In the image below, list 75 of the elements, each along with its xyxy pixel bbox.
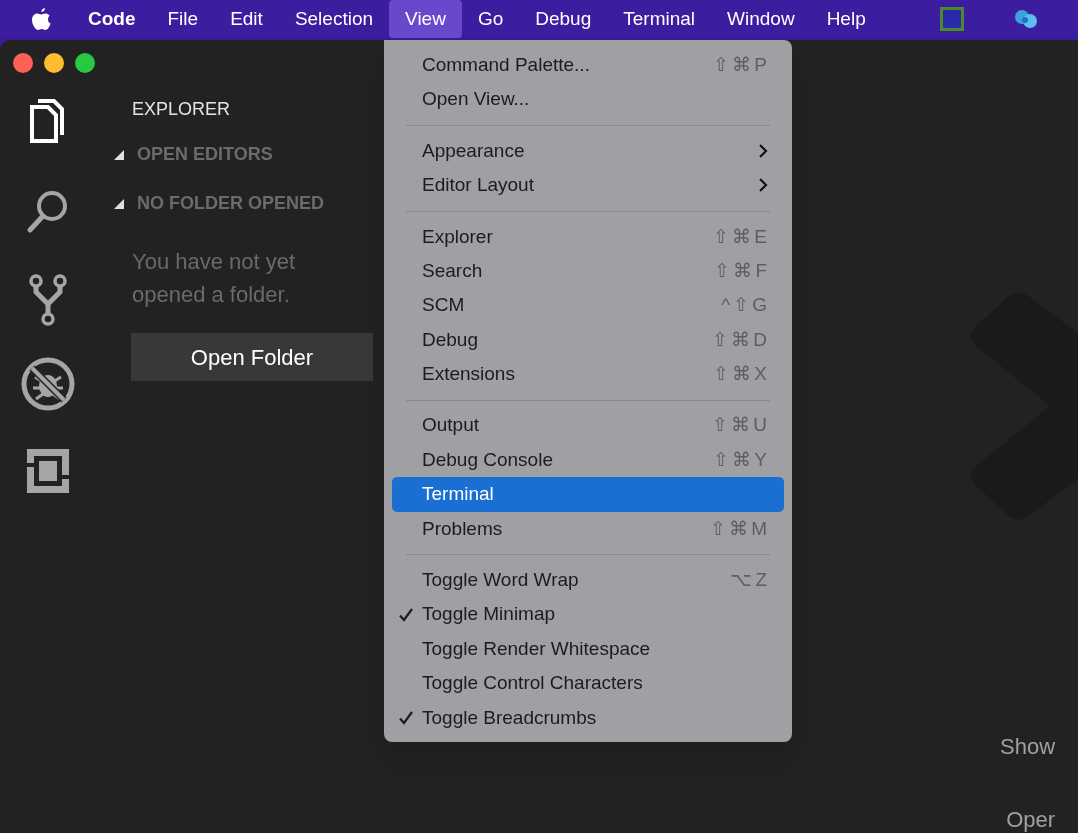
extensions-icon[interactable]	[26, 449, 69, 493]
menu-item-label: Explorer	[422, 224, 494, 249]
keyboard-shortcut: ⇧⌘Y	[713, 447, 770, 472]
menu-item-label: Toggle Breadcrumbs	[422, 705, 598, 730]
keyboard-shortcut: ⇧⌘D	[712, 327, 770, 352]
keyboard-shortcut: ⇧⌘X	[713, 362, 770, 387]
menu-bar-item[interactable]: Window	[711, 0, 811, 38]
menu-bar-item[interactable]: Debug	[519, 0, 608, 38]
menu-bar-item[interactable]: File	[151, 0, 215, 38]
menu-bar-item[interactable]: Selection	[278, 0, 390, 38]
menu-item-label: SCM	[422, 293, 466, 318]
menu-item[interactable]: Explorer ⇧⌘E	[392, 219, 784, 254]
sidebar-title: EXPLORER	[132, 98, 232, 121]
menu-item[interactable]: Toggle Control Characters	[392, 666, 784, 701]
menu-item[interactable]: Toggle Word Wrap ⌥Z	[392, 563, 784, 598]
menu-item[interactable]: Problems ⇧⌘M	[392, 511, 784, 547]
keyboard-shortcut: ⌥Z	[730, 568, 770, 592]
source-control-icon[interactable]	[27, 273, 68, 327]
menu-item-label: Toggle Minimap	[422, 602, 557, 627]
menu-bar-item[interactable]: Help	[810, 0, 882, 38]
menu-bar-item[interactable]: Code	[72, 0, 152, 38]
menu-item[interactable]: Toggle Render Whitespace	[392, 631, 784, 667]
menu-item[interactable]: Open View...	[392, 82, 784, 117]
menu-item-label: Toggle Word Wrap	[422, 568, 580, 592]
chevron-right-icon	[758, 177, 768, 194]
menu-item[interactable]: Debug Console ⇧⌘Y	[392, 442, 784, 478]
menu-item-label: Open View...	[422, 87, 531, 112]
menu-item-label: Toggle Control Characters	[422, 671, 644, 696]
menu-item[interactable]: Editor Layout	[392, 168, 784, 203]
menu-bar-item[interactable]: Edit	[214, 0, 279, 38]
apple-logo-icon[interactable]	[30, 6, 52, 32]
menu-item-label: Terminal	[422, 482, 495, 507]
editor-hint-text: Show	[1000, 733, 1056, 761]
menu-item[interactable]: Toggle Breadcrumbs	[392, 700, 784, 736]
menu-item-label: Command Palette...	[422, 52, 591, 77]
keyboard-shortcut: ⇧⌘U	[712, 413, 770, 438]
app-status-icon[interactable]	[939, 7, 964, 31]
menu-item-label: Toggle Render Whitespace	[422, 636, 652, 661]
zoom-button[interactable]	[75, 53, 95, 73]
keyboard-shortcut: ^⇧G	[721, 293, 770, 318]
menu-item[interactable]: Debug ⇧⌘D	[392, 322, 784, 358]
open-folder-button[interactable]: Open Folder	[131, 333, 373, 381]
menu-bar-item[interactable]: View	[389, 0, 462, 38]
menu-item[interactable]: Terminal	[392, 477, 784, 512]
keyboard-shortcut: ⇧⌘M	[710, 516, 770, 541]
menu-item-label: Problems	[422, 516, 504, 541]
keyboard-shortcut: ⇧⌘E	[713, 224, 770, 249]
chevron-right-icon	[758, 142, 768, 159]
menu-item[interactable]: Search ⇧⌘F	[392, 253, 784, 289]
menu-item-label: Appearance	[422, 138, 526, 163]
menu-item[interactable]: Appearance	[392, 133, 784, 169]
editor-hint-text: Oper	[1006, 806, 1056, 833]
menu-bar-item[interactable]: Go	[461, 0, 520, 38]
menu-item[interactable]: Output ⇧⌘U	[392, 408, 784, 443]
menu-item-label: Debug	[422, 327, 479, 352]
expanded-triangle-icon[interactable]	[113, 197, 125, 210]
close-button[interactable]	[13, 53, 33, 73]
no-bug-icon[interactable]	[20, 357, 75, 411]
menu-item[interactable]: Command Palette... ⇧⌘P	[392, 48, 784, 83]
keyboard-shortcut: ⇧⌘F	[714, 258, 770, 283]
menu-item-label: Editor Layout	[422, 173, 535, 198]
menu-item[interactable]: Toggle Minimap	[392, 597, 784, 632]
menu-item-label: Search	[422, 258, 484, 283]
menu-bar-item[interactable]: Terminal	[607, 0, 712, 38]
menu-item[interactable]: Extensions ⇧⌘X	[392, 357, 784, 392]
check-icon	[399, 607, 413, 622]
check-icon	[399, 710, 413, 725]
keyboard-shortcut: ⇧⌘P	[713, 52, 770, 77]
empty-folder-message: You have not yet opened a folder.	[132, 248, 297, 309]
menu-item-label: Output	[422, 413, 481, 438]
minimize-button[interactable]	[44, 53, 64, 73]
menu-item-label: Debug Console	[422, 447, 554, 472]
menu-item[interactable]: SCM ^⇧G	[392, 288, 784, 323]
expanded-triangle-icon[interactable]	[113, 148, 125, 161]
menu-item-label: Extensions	[422, 362, 516, 387]
